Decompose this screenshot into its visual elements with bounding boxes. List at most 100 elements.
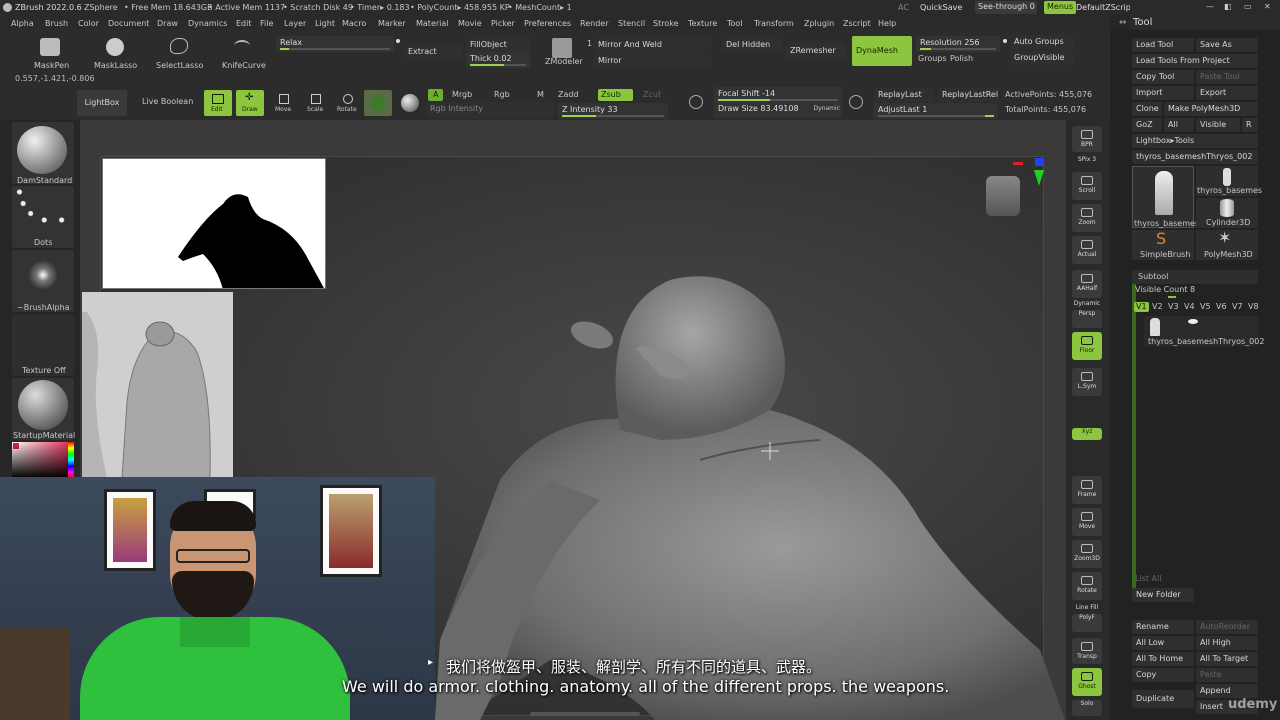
export-button[interactable]: Export: [1196, 86, 1258, 100]
all-to-target-button[interactable]: All To Target: [1196, 652, 1258, 666]
navigation-cube-icon[interactable]: [986, 176, 1020, 216]
list-all-button[interactable]: List All: [1135, 575, 1161, 583]
load-tool-button[interactable]: Load Tool: [1132, 38, 1194, 52]
menu-file[interactable]: File: [260, 20, 273, 28]
zmodeler-icon[interactable]: [552, 38, 572, 58]
close-icon[interactable]: ✕: [1264, 3, 1271, 11]
shelf-aahalf-button[interactable]: AAHalf: [1072, 270, 1102, 298]
group-visible-button[interactable]: GroupVisible: [1010, 51, 1074, 65]
menu-picker[interactable]: Picker: [491, 20, 515, 28]
replay-last-rel-button[interactable]: ReplayLastRel: [938, 88, 998, 102]
zsub-toggle[interactable]: Zsub: [598, 89, 633, 101]
shelf-scroll-button[interactable]: Scroll: [1072, 172, 1102, 200]
scale-button[interactable]: Scale: [302, 90, 330, 116]
alpha-thumbnail[interactable]: ~BrushAlpha: [12, 250, 74, 312]
menu-help[interactable]: Help: [878, 20, 896, 28]
shelf-zoom3d-button[interactable]: Zoom3D: [1072, 540, 1102, 568]
all-high-button[interactable]: All High: [1196, 636, 1258, 650]
menu-stencil[interactable]: Stencil: [618, 20, 645, 28]
paste-tool-button[interactable]: Paste Tool: [1196, 70, 1258, 84]
menu-zplugin[interactable]: Zplugin: [804, 20, 834, 28]
material-thumbnail[interactable]: StartupMaterial: [12, 378, 75, 440]
brush-knifecurve[interactable]: KnifeCurve: [222, 36, 266, 70]
thick-slider[interactable]: Thick 0.02: [466, 52, 530, 68]
menu-zscript[interactable]: Zscript: [843, 20, 871, 28]
shelf-xyz-button[interactable]: Xyz: [1072, 428, 1102, 440]
focal-shift-slider[interactable]: Focal Shift -14: [714, 87, 842, 103]
tool-thumb-1[interactable]: thyros_basemes: [1132, 166, 1199, 228]
shelf-zoom-button[interactable]: Zoom: [1072, 204, 1102, 232]
menu-color[interactable]: Color: [78, 20, 99, 28]
a-toggle[interactable]: A: [428, 89, 444, 101]
menu-brush[interactable]: Brush: [45, 20, 68, 28]
menu-tool[interactable]: Tool: [727, 20, 743, 28]
paste-button[interactable]: Paste: [1196, 668, 1258, 682]
load-from-project-button[interactable]: Load Tools From Project: [1132, 54, 1258, 68]
menu-alpha[interactable]: Alpha: [11, 20, 34, 28]
version-tab-v4[interactable]: V4: [1182, 302, 1197, 312]
menu-texture[interactable]: Texture: [688, 20, 717, 28]
append-button[interactable]: Append: [1196, 684, 1258, 698]
zadd-toggle[interactable]: Zadd: [558, 91, 579, 99]
make-polymesh-button[interactable]: Make PolyMesh3D: [1164, 102, 1258, 116]
subtool-header[interactable]: Subtool: [1132, 270, 1258, 284]
version-tab-v5[interactable]: V5: [1198, 302, 1213, 312]
menu-render[interactable]: Render: [580, 20, 608, 28]
clone-button[interactable]: Clone: [1132, 102, 1162, 116]
draw-size-slider[interactable]: Draw Size 83.49108 Dynamic: [714, 102, 842, 118]
shelf-polyf-button[interactable]: PolyF: [1072, 614, 1102, 632]
all-to-home-button[interactable]: All To Home: [1132, 652, 1194, 666]
duplicate-button[interactable]: Duplicate: [1132, 690, 1194, 708]
r-button[interactable]: R: [1242, 118, 1258, 132]
version-tab-v8[interactable]: V8: [1246, 302, 1261, 312]
brush-maskpen[interactable]: MaskPen: [34, 36, 69, 70]
shelf-actual-button[interactable]: Actual: [1072, 236, 1102, 264]
mirror-and-weld-button[interactable]: Mirror And Weld: [594, 38, 712, 52]
auto-groups-button[interactable]: Auto Groups: [1010, 35, 1074, 49]
version-tab-v3[interactable]: V3: [1166, 302, 1181, 312]
maximize-icon[interactable]: ▭: [1244, 3, 1252, 11]
video-scrub-bar[interactable]: [530, 712, 640, 716]
shelf-line-fill-button[interactable]: Line Fill: [1072, 604, 1102, 614]
zcut-toggle[interactable]: Zcut: [643, 91, 661, 99]
tool-thumb-cylinder[interactable]: Cylinder3D: [1196, 198, 1258, 228]
edit-button[interactable]: Edit: [204, 90, 232, 116]
lazy-mouse-icon[interactable]: [849, 95, 863, 109]
menu-light[interactable]: Light: [315, 20, 335, 28]
adjust-last-slider[interactable]: AdjustLast 1: [874, 103, 998, 119]
fill-object-button[interactable]: FillObject: [466, 38, 530, 52]
tool-thumb-simplebrush[interactable]: S SimpleBrush: [1132, 230, 1194, 260]
del-hidden-button[interactable]: Del Hidden: [722, 38, 782, 52]
goz-button[interactable]: GoZ: [1132, 118, 1162, 132]
rgb-toggle[interactable]: Rgb: [494, 91, 510, 99]
shelf-spix-3-button[interactable]: SPix 3: [1072, 156, 1102, 166]
current-tool-slider[interactable]: thyros_basemeshThryos_002: [1132, 150, 1258, 164]
menu-material[interactable]: Material: [416, 20, 449, 28]
menu-movie[interactable]: Movie: [458, 20, 482, 28]
shelf-frame-button[interactable]: Frame: [1072, 476, 1102, 504]
shelf-solo-button[interactable]: Solo: [1072, 700, 1102, 716]
shelf-move-button[interactable]: Move: [1072, 508, 1102, 536]
menu-macro[interactable]: Macro: [342, 20, 366, 28]
menu-stroke[interactable]: Stroke: [653, 20, 679, 28]
menu-document[interactable]: Document: [108, 20, 149, 28]
m-toggle[interactable]: M: [537, 91, 544, 99]
menu-marker[interactable]: Marker: [378, 20, 406, 28]
material-sphere-button[interactable]: [364, 90, 392, 116]
version-tab-v2[interactable]: V2: [1150, 302, 1165, 312]
shelf-dynamic-button[interactable]: Dynamic: [1072, 300, 1102, 310]
shelf-l-sym-button[interactable]: L.Sym: [1072, 368, 1102, 396]
all-button[interactable]: All: [1164, 118, 1194, 132]
shelf-ghost-button[interactable]: Ghost: [1072, 668, 1102, 696]
visibility-eye-icon[interactable]: [1188, 319, 1198, 324]
tool-panel-scrollbar[interactable]: [1132, 270, 1136, 600]
stroke-thumbnail[interactable]: Dots: [12, 186, 74, 248]
lightbox-tools-button[interactable]: Lightbox▸Tools: [1132, 134, 1258, 148]
save-as-button[interactable]: Save As: [1196, 38, 1258, 52]
auto-reorder-button[interactable]: AutoReorder: [1196, 620, 1258, 634]
dynamic-toggle[interactable]: Dynamic: [814, 106, 840, 112]
brush-thumbnail[interactable]: DamStandard: [12, 122, 74, 185]
extract-button[interactable]: Extract: [404, 44, 462, 60]
brush-selectlasso[interactable]: SelectLasso: [156, 36, 204, 70]
menu-preferences[interactable]: Preferences: [524, 20, 571, 28]
